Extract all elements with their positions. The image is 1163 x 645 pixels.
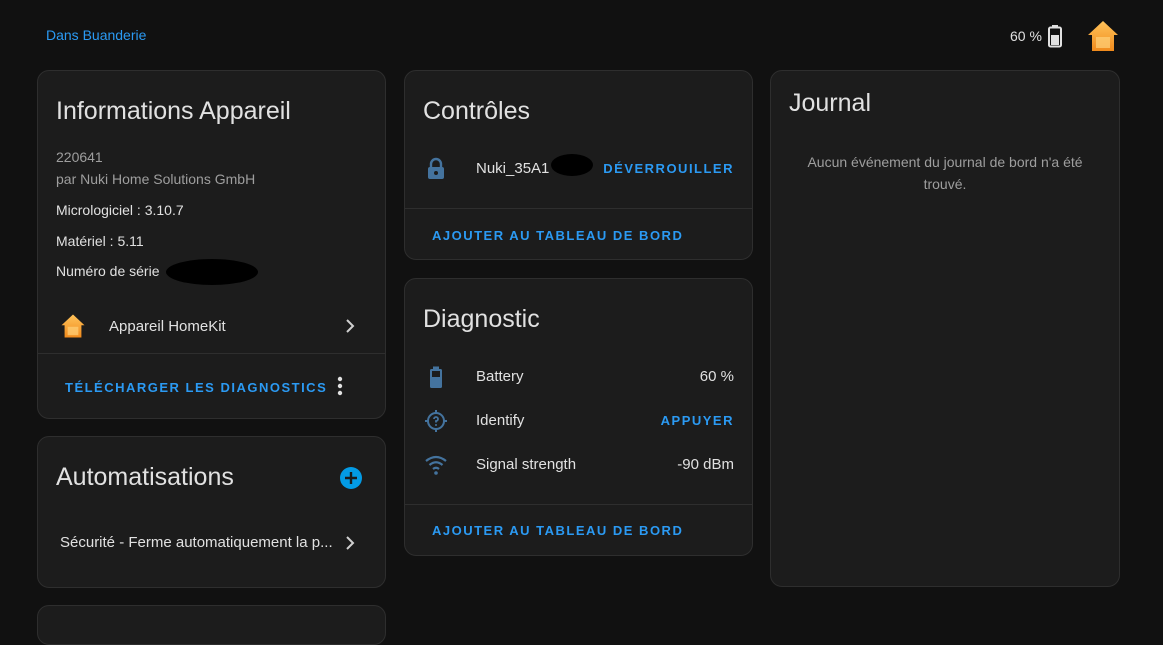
identify-crosshair-icon[interactable] <box>424 409 448 433</box>
diagnostic-label-signal[interactable]: Signal strength <box>476 456 576 473</box>
device-serial: Numéro de série <box>56 263 160 279</box>
device-manufacturer: par Nuki Home Solutions GmbH <box>56 171 256 187</box>
controls-add-dashboard-button[interactable]: AJOUTER AU TABLEAU DE BORD <box>432 228 683 243</box>
device-info-card: Informations Appareil 220641 par Nuki Ho… <box>37 70 386 419</box>
automations-card: Automatisations Sécurité - Ferme automat… <box>37 436 386 588</box>
download-diagnostics-button[interactable]: TÉLÉCHARGER LES DIAGNOSTICS <box>65 380 327 395</box>
battery-icon[interactable] <box>424 365 448 389</box>
homekit-row[interactable]: Appareil HomeKit <box>38 307 385 347</box>
scenes-card-partial <box>37 605 386 645</box>
diagnostic-card: Diagnostic Battery 60 % Identify APPUYER… <box>404 278 753 556</box>
controls-card: Contrôles Nuki_35A1 DÉVERROUILLER AJOUTE… <box>404 70 753 260</box>
device-firmware: Micrologiciel : 3.10.7 <box>56 202 184 218</box>
device-model: 220641 <box>56 149 103 165</box>
more-vert-icon[interactable] <box>334 374 346 398</box>
diagnostic-label-identify[interactable]: Identify <box>476 412 524 429</box>
controls-divider <box>405 208 752 209</box>
logbook-title: Journal <box>789 89 871 117</box>
wifi-signal-icon[interactable] <box>424 453 448 477</box>
automations-title: Automatisations <box>56 463 234 491</box>
diagnostic-add-dashboard-button[interactable]: AJOUTER AU TABLEAU DE BORD <box>432 523 683 538</box>
homekit-label: Appareil HomeKit <box>109 318 226 335</box>
diagnostic-title: Diagnostic <box>423 305 540 333</box>
automation-item-label: Sécurité - Ferme automatiquement la p... <box>60 534 333 551</box>
area-link[interactable]: Dans Buanderie <box>46 27 146 43</box>
battery-indicator: 60 % <box>1010 24 1062 48</box>
homekit-icon <box>61 314 85 338</box>
chevron-right-icon <box>346 319 355 333</box>
homekit-home-icon[interactable] <box>1086 19 1120 53</box>
lock-name-redaction <box>551 154 593 176</box>
diagnostic-value-signal: -90 dBm <box>677 456 734 473</box>
chevron-right-icon <box>346 536 355 550</box>
diagnostic-label-battery[interactable]: Battery <box>476 368 524 385</box>
automation-item[interactable]: Sécurité - Ferme automatiquement la p... <box>38 531 385 555</box>
battery-percent: 60 % <box>1010 28 1042 44</box>
logbook-empty-text: Aucun événement du journal de bord n'a é… <box>807 154 1083 192</box>
top-bar: Dans Buanderie 60 % <box>0 0 1163 70</box>
lock-name[interactable]: Nuki_35A1 <box>476 160 549 177</box>
device-info-divider <box>38 353 385 354</box>
serial-redaction <box>166 259 258 285</box>
unlock-button[interactable]: DÉVERROUILLER <box>603 161 734 176</box>
diagnostic-divider <box>405 504 752 505</box>
lock-icon[interactable] <box>424 157 448 181</box>
diagnostic-value-battery: 60 % <box>699 368 734 385</box>
identify-press-button[interactable]: APPUYER <box>661 413 734 428</box>
device-hardware: Matériel : 5.11 <box>56 233 144 249</box>
device-info-title: Informations Appareil <box>56 97 291 125</box>
logbook-card: Journal Aucun événement du journal de bo… <box>770 70 1120 587</box>
add-automation-icon[interactable] <box>339 466 363 490</box>
controls-title: Contrôles <box>423 97 530 125</box>
battery-icon <box>1047 25 1062 48</box>
